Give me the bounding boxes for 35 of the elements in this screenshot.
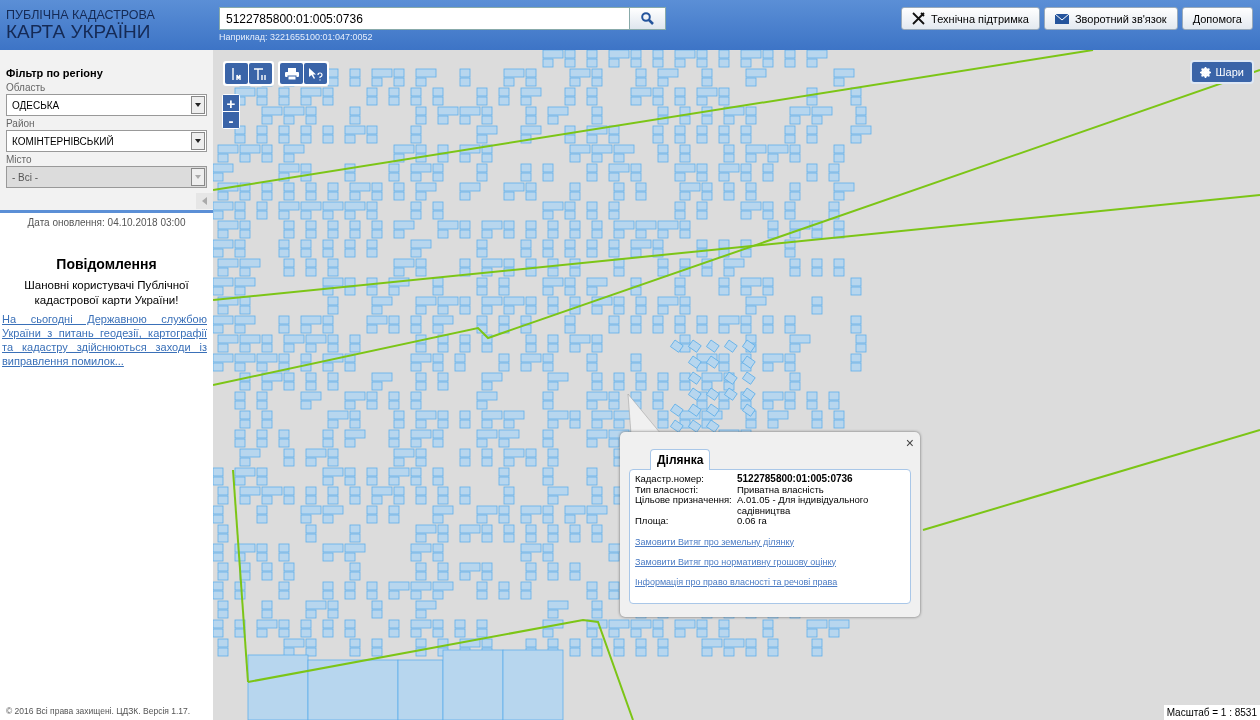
field-label: Тип власності: [635,484,699,495]
field-label: Область [6,82,47,93]
search-example: Наприклад: 3221655100:01:047:0052 [219,32,374,42]
filter-title: Фільтр по регіону [6,67,104,79]
field-label: Площа: [635,516,670,527]
field-value: Приватна власність [737,484,825,495]
search-field[interactable]: 5122785800:01:005:0736 [219,7,629,30]
popup-link[interactable]: Інформація про право власності та речові права [635,576,905,587]
zoom-out-button[interactable]: - [223,112,239,128]
layers-button[interactable]: Шари [1189,60,1254,84]
close-button[interactable]: × [905,435,914,451]
site-title: КАРТА УКРАЇНИ [6,22,151,42]
site-title: ПУБЛІЧНА КАДАСТРОВА [6,9,156,22]
notice-title: Повідомлення [55,256,158,272]
header-button[interactable]: Допомога [1181,7,1253,30]
update-date: Дата оновлення: 04.10.2018 03:00 [26,217,187,228]
header-button[interactable]: Технічна підтримка [901,7,1040,30]
popup-tab[interactable]: Ділянка [650,449,711,470]
region-select[interactable]: ОДЕСЬКА [6,94,207,116]
field-value: A.01.05 - Для індивідуального садівництва [737,495,870,516]
region-select[interactable]: КОМІНТЕРНІВСЬКИЙ [6,130,207,152]
field-value: 5122785800:01:005:0736 [737,474,854,485]
zoom-in-button[interactable]: + [223,95,239,111]
notice-text: Шановні користувачі Публічної кадастрової карти України! [23,278,190,308]
popup-link[interactable]: Замовити Витяг про земельну ділянку [635,536,905,547]
field-label: Район [6,118,36,129]
notice-link[interactable]: На сьогодні Державною службою України з питань геодезії, картографії та кадастру здійснюються заходи із виправлення помилок... [2,312,207,368]
popup-link[interactable]: Замовити Витяг про нормативну грошову оцінку [635,556,905,567]
field-label: Місто [6,154,33,165]
header-button[interactable]: Зворотний зв'язок [1043,7,1178,30]
field-value: 0.06 га [737,516,767,527]
copyright: © 2016 Всі права захищені. ЦДЗК. Версія 1.17. [6,706,191,716]
field-label: Цільове призначення: [635,495,733,507]
field-label: Кадастр.номер: [635,474,705,485]
map-scale: Масштаб = 1 : 8531 [1163,705,1260,720]
